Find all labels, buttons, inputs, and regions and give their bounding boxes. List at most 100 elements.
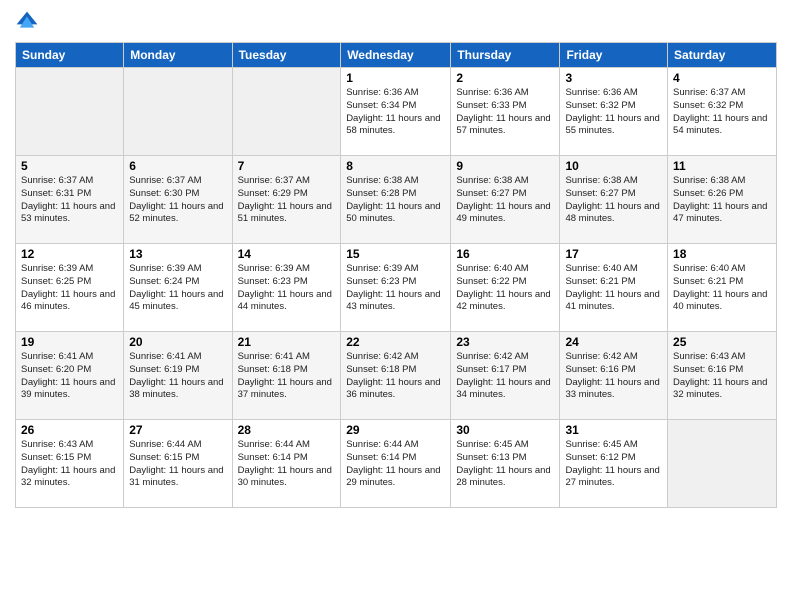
calendar-cell: 29Sunrise: 6:44 AMSunset: 6:14 PMDayligh… (341, 420, 451, 508)
day-info: Sunrise: 6:41 AMSunset: 6:19 PMDaylight:… (129, 351, 226, 402)
calendar-week-row: 1 Sunrise: 6:36 AMSunset: 6:34 PMDaylight… (16, 68, 777, 156)
calendar-cell (16, 68, 124, 156)
col-wednesday: Wednesday (341, 43, 451, 68)
calendar-cell: 31 Sunrise: 6:45 AMSunset: 6:12 PMDayligh… (560, 420, 668, 508)
day-info: Sunrise: 6:44 AMSunset: 6:15 PMDaylight:… (129, 439, 226, 490)
day-info: Sunrise: 6:36 AMSunset: 6:34 PMDaylight:… (346, 87, 445, 138)
day-info: Sunrise: 6:44 AMSunset: 6:14 PMDaylight:… (346, 439, 445, 490)
day-info: Sunrise: 6:37 AMSunset: 6:31 PMDaylight:… (21, 175, 118, 226)
calendar-cell (232, 68, 341, 156)
logo-icon (15, 10, 39, 34)
day-number: 14 (238, 247, 336, 261)
calendar-week-row: 5 Sunrise: 6:37 AMSunset: 6:31 PMDaylight… (16, 156, 777, 244)
day-info: Sunrise: 6:38 AMSunset: 6:27 PMDaylight:… (565, 175, 662, 226)
day-info: Sunrise: 6:45 AMSunset: 6:13 PMDaylight:… (456, 439, 554, 490)
day-info: Sunrise: 6:45 AMSunset: 6:12 PMDaylight:… (565, 439, 662, 490)
day-number: 28 (238, 423, 336, 437)
calendar-cell: 27 Sunrise: 6:44 AMSunset: 6:15 PMDayligh… (124, 420, 232, 508)
day-number: 9 (456, 159, 554, 173)
day-info: Sunrise: 6:38 AMSunset: 6:26 PMDaylight:… (673, 175, 771, 226)
day-number: 6 (129, 159, 226, 173)
day-number: 5 (21, 159, 118, 173)
calendar: Sunday Monday Tuesday Wednesday Thursday… (15, 42, 777, 508)
calendar-cell: 15 Sunrise: 6:39 AMSunset: 6:23 PMDayligh… (341, 244, 451, 332)
day-number: 31 (565, 423, 662, 437)
day-number: 12 (21, 247, 118, 261)
day-number: 16 (456, 247, 554, 261)
day-number: 2 (456, 71, 554, 85)
col-thursday: Thursday (451, 43, 560, 68)
day-info: Sunrise: 6:44 AMSunset: 6:14 PMDaylight:… (238, 439, 336, 490)
calendar-cell: 19 Sunrise: 6:41 AMSunset: 6:20 PMDayligh… (16, 332, 124, 420)
calendar-cell: 18Sunrise: 6:40 AMSunset: 6:21 PMDayligh… (668, 244, 777, 332)
calendar-cell: 30 Sunrise: 6:45 AMSunset: 6:13 PMDayligh… (451, 420, 560, 508)
day-number: 21 (238, 335, 336, 349)
day-number: 19 (21, 335, 118, 349)
calendar-cell: 20 Sunrise: 6:41 AMSunset: 6:19 PMDayligh… (124, 332, 232, 420)
day-info: Sunrise: 6:39 AMSunset: 6:23 PMDaylight:… (238, 263, 336, 314)
day-info: Sunrise: 6:39 AMSunset: 6:25 PMDaylight:… (21, 263, 118, 314)
day-info: Sunrise: 6:40 AMSunset: 6:21 PMDaylight:… (673, 263, 771, 314)
day-info: Sunrise: 6:40 AMSunset: 6:22 PMDaylight:… (456, 263, 554, 314)
calendar-cell: 10 Sunrise: 6:38 AMSunset: 6:27 PMDayligh… (560, 156, 668, 244)
calendar-cell: 13Sunrise: 6:39 AMSunset: 6:24 PMDayligh… (124, 244, 232, 332)
col-saturday: Saturday (668, 43, 777, 68)
page: Sunday Monday Tuesday Wednesday Thursday… (0, 0, 792, 612)
calendar-cell: 24 Sunrise: 6:42 AMSunset: 6:16 PMDayligh… (560, 332, 668, 420)
calendar-cell: 9Sunrise: 6:38 AMSunset: 6:27 PMDaylight… (451, 156, 560, 244)
day-number: 20 (129, 335, 226, 349)
calendar-cell: 25Sunrise: 6:43 AMSunset: 6:16 PMDayligh… (668, 332, 777, 420)
calendar-cell (668, 420, 777, 508)
day-info: Sunrise: 6:36 AMSunset: 6:32 PMDaylight:… (565, 87, 662, 138)
day-number: 1 (346, 71, 445, 85)
day-number: 26 (21, 423, 118, 437)
day-info: Sunrise: 6:42 AMSunset: 6:16 PMDaylight:… (565, 351, 662, 402)
calendar-cell: 21Sunrise: 6:41 AMSunset: 6:18 PMDayligh… (232, 332, 341, 420)
calendar-cell: 17Sunrise: 6:40 AMSunset: 6:21 PMDayligh… (560, 244, 668, 332)
calendar-cell: 11 Sunrise: 6:38 AMSunset: 6:26 PMDayligh… (668, 156, 777, 244)
day-number: 22 (346, 335, 445, 349)
calendar-cell: 26 Sunrise: 6:43 AMSunset: 6:15 PMDayligh… (16, 420, 124, 508)
day-number: 30 (456, 423, 554, 437)
day-info: Sunrise: 6:42 AMSunset: 6:18 PMDaylight:… (346, 351, 445, 402)
day-number: 15 (346, 247, 445, 261)
col-friday: Friday (560, 43, 668, 68)
logo (15, 10, 43, 34)
day-number: 4 (673, 71, 771, 85)
calendar-cell: 6 Sunrise: 6:37 AMSunset: 6:30 PMDaylight… (124, 156, 232, 244)
calendar-cell: 12 Sunrise: 6:39 AMSunset: 6:25 PMDayligh… (16, 244, 124, 332)
day-number: 27 (129, 423, 226, 437)
calendar-cell: 2 Sunrise: 6:36 AMSunset: 6:33 PMDaylight… (451, 68, 560, 156)
day-number: 11 (673, 159, 771, 173)
day-info: Sunrise: 6:39 AMSunset: 6:23 PMDaylight:… (346, 263, 445, 314)
day-info: Sunrise: 6:37 AMSunset: 6:30 PMDaylight:… (129, 175, 226, 226)
calendar-cell: 14 Sunrise: 6:39 AMSunset: 6:23 PMDayligh… (232, 244, 341, 332)
calendar-cell: 1 Sunrise: 6:36 AMSunset: 6:34 PMDaylight… (341, 68, 451, 156)
day-info: Sunrise: 6:41 AMSunset: 6:20 PMDaylight:… (21, 351, 118, 402)
calendar-header-row: Sunday Monday Tuesday Wednesday Thursday… (16, 43, 777, 68)
day-info: Sunrise: 6:37 AMSunset: 6:29 PMDaylight:… (238, 175, 336, 226)
calendar-cell: 8Sunrise: 6:38 AMSunset: 6:28 PMDaylight… (341, 156, 451, 244)
calendar-cell: 3 Sunrise: 6:36 AMSunset: 6:32 PMDaylight… (560, 68, 668, 156)
calendar-week-row: 19 Sunrise: 6:41 AMSunset: 6:20 PMDayligh… (16, 332, 777, 420)
day-info: Sunrise: 6:43 AMSunset: 6:16 PMDaylight:… (673, 351, 771, 402)
day-number: 24 (565, 335, 662, 349)
day-number: 13 (129, 247, 226, 261)
header (15, 10, 777, 34)
calendar-week-row: 12 Sunrise: 6:39 AMSunset: 6:25 PMDayligh… (16, 244, 777, 332)
calendar-cell: 7 Sunrise: 6:37 AMSunset: 6:29 PMDaylight… (232, 156, 341, 244)
day-info: Sunrise: 6:36 AMSunset: 6:33 PMDaylight:… (456, 87, 554, 138)
col-tuesday: Tuesday (232, 43, 341, 68)
col-sunday: Sunday (16, 43, 124, 68)
day-number: 10 (565, 159, 662, 173)
day-info: Sunrise: 6:40 AMSunset: 6:21 PMDaylight:… (565, 263, 662, 314)
day-number: 3 (565, 71, 662, 85)
calendar-cell: 5 Sunrise: 6:37 AMSunset: 6:31 PMDaylight… (16, 156, 124, 244)
day-info: Sunrise: 6:43 AMSunset: 6:15 PMDaylight:… (21, 439, 118, 490)
day-number: 23 (456, 335, 554, 349)
day-info: Sunrise: 6:38 AMSunset: 6:28 PMDaylight:… (346, 175, 445, 226)
calendar-cell (124, 68, 232, 156)
col-monday: Monday (124, 43, 232, 68)
day-number: 7 (238, 159, 336, 173)
day-info: Sunrise: 6:37 AMSunset: 6:32 PMDaylight:… (673, 87, 771, 138)
